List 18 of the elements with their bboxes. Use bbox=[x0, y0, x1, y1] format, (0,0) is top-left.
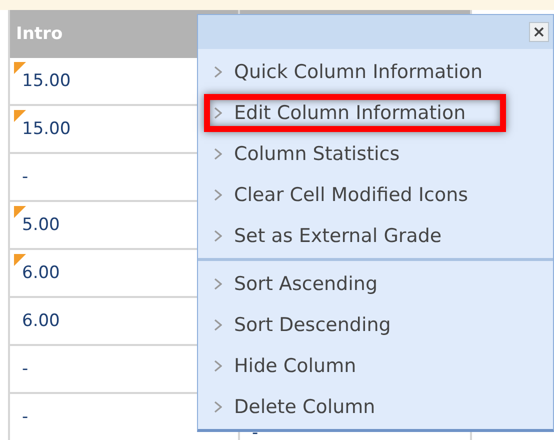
close-button[interactable]: × bbox=[529, 22, 549, 42]
chevron-icon bbox=[214, 400, 222, 412]
chevron-icon bbox=[214, 66, 222, 78]
grade-value: 15.00 bbox=[22, 119, 71, 139]
grade-value: - bbox=[22, 167, 28, 187]
grade-value: 5.00 bbox=[22, 215, 60, 235]
grade-value: - bbox=[22, 359, 28, 379]
chevron-icon bbox=[214, 318, 222, 330]
chevron-icon bbox=[214, 188, 222, 200]
chevron-icon bbox=[214, 148, 222, 160]
chevron-icon bbox=[214, 106, 222, 118]
chevron-icon bbox=[214, 278, 222, 290]
chevron-icon bbox=[214, 230, 222, 242]
chevron-icon bbox=[214, 360, 222, 372]
grade-value: 6.00 bbox=[22, 311, 60, 331]
grade-value: 15.00 bbox=[22, 71, 71, 91]
grade-value: - bbox=[22, 407, 28, 427]
grade-value: 6.00 bbox=[22, 263, 60, 283]
